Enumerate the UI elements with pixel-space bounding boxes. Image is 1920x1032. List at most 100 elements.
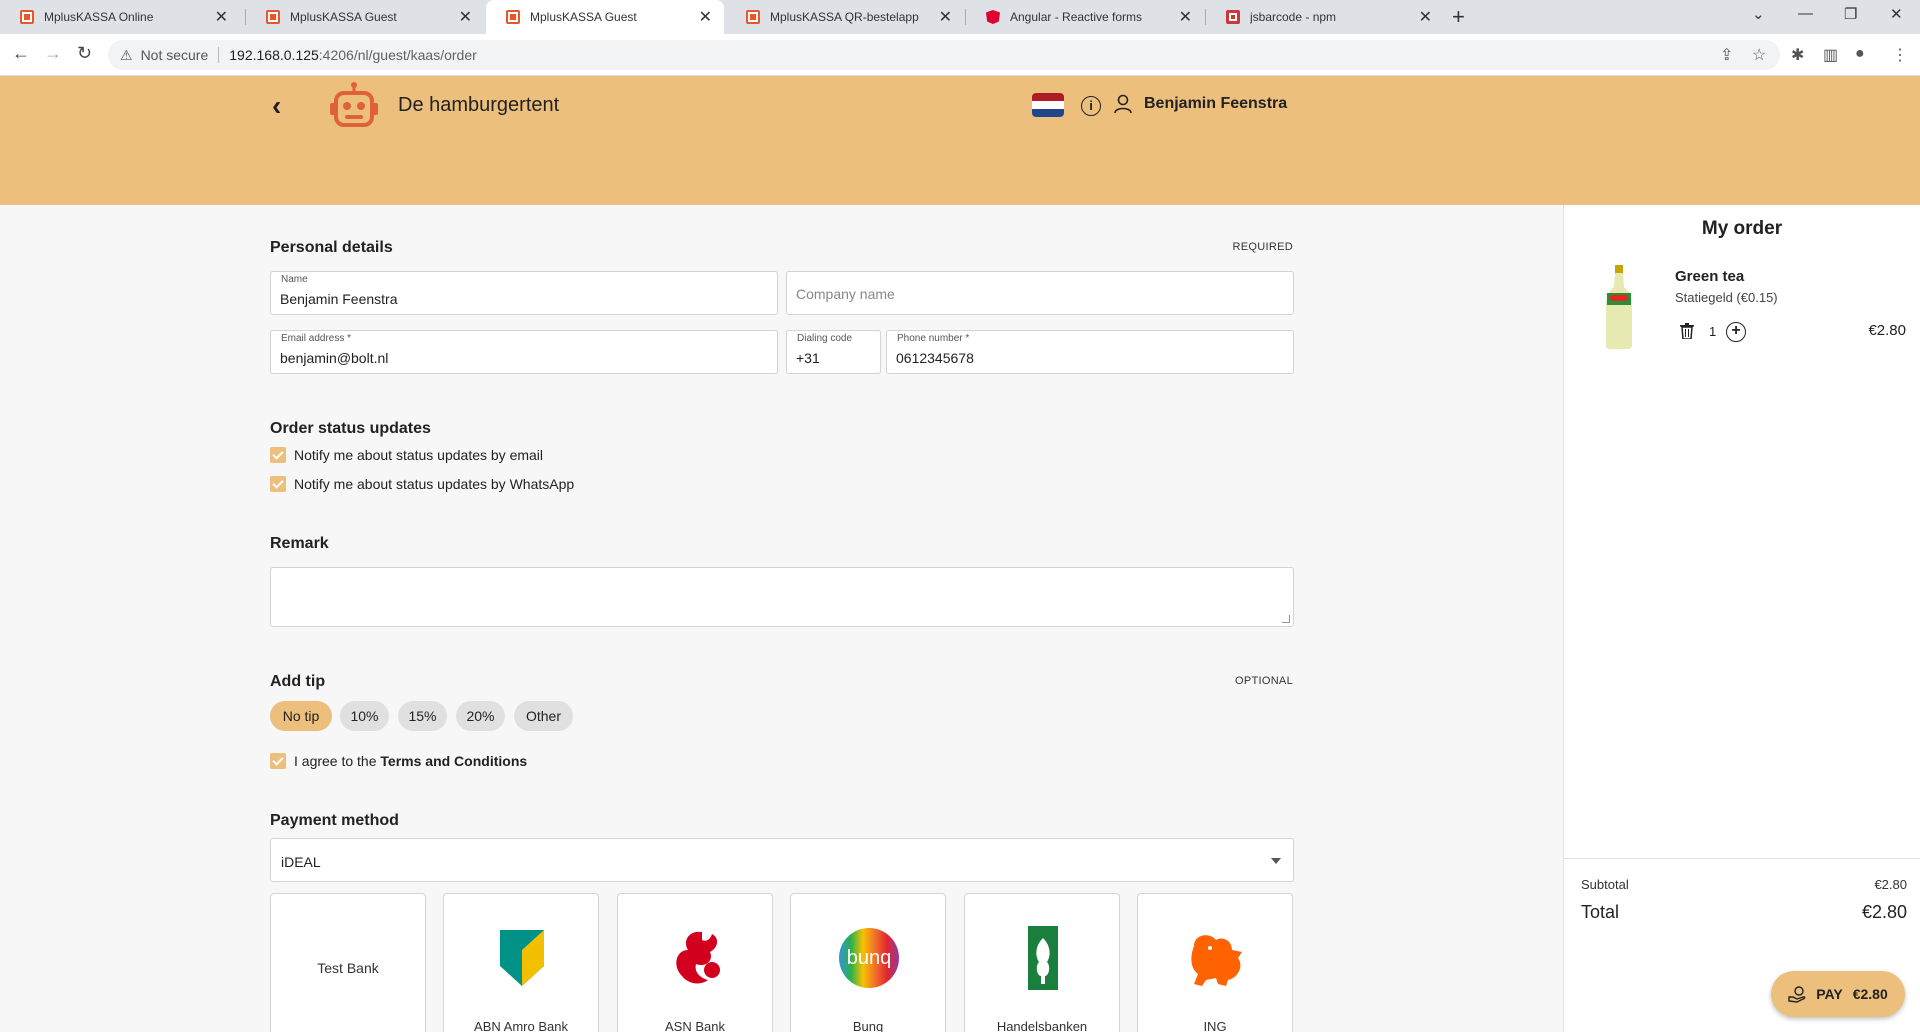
bank-option-asn[interactable]: ASN Bank <box>617 893 773 1032</box>
close-icon[interactable]: ✕ <box>699 7 712 27</box>
user-name[interactable]: Benjamin Feenstra <box>1144 95 1287 113</box>
tab-title: MplusKASSA Guest <box>530 10 637 24</box>
browser-tab[interactable]: MplusKASSA Online ✕ <box>0 0 240 34</box>
order-sidebar: My order Green tea Statiegeld (€0.15) 1 … <box>1563 205 1920 1032</box>
bank-name: ASN Bank <box>665 1019 725 1032</box>
svg-text:bunq: bunq <box>847 947 892 969</box>
checkbox-checked[interactable] <box>270 753 286 769</box>
bank-option-bunq[interactable]: bunq Bunq <box>790 893 946 1032</box>
phone-input[interactable] <box>896 350 1282 366</box>
url-path: :4206/nl/guest/kaas/order <box>318 47 477 63</box>
checkbox-checked[interactable] <box>270 447 286 463</box>
bunq-logo: bunq <box>839 928 899 988</box>
terms-link[interactable]: Terms and Conditions <box>380 753 527 769</box>
bank-option-ing[interactable]: ING <box>1137 893 1293 1032</box>
dialing-code-label: Dialing code <box>797 333 853 344</box>
browser-tab[interactable]: Angular - Reactive forms ✕ <box>966 0 1204 34</box>
name-input[interactable] <box>280 291 766 307</box>
bank-option-abn-amro[interactable]: ABN Amro Bank <box>443 893 599 1032</box>
dialing-code-field[interactable]: Dialing code <box>786 330 881 374</box>
tab-title: MplusKASSA QR-bestelapp <box>770 10 919 24</box>
reload-icon[interactable]: ↻ <box>77 43 92 64</box>
close-icon[interactable]: ✕ <box>215 7 228 27</box>
email-field[interactable]: Email address * <box>270 330 778 374</box>
forward-arrow-icon[interactable]: → <box>44 43 62 64</box>
sidepanel-icon[interactable]: ▥ <box>1823 45 1838 65</box>
user-icon[interactable] <box>1114 94 1132 114</box>
tip-chip-15[interactable]: 15% <box>398 701 447 731</box>
window-close-icon[interactable]: ✕ <box>1890 5 1903 23</box>
warning-icon[interactable]: ⚠ <box>120 47 133 64</box>
tab-title: Angular - Reactive forms <box>1010 10 1143 24</box>
browser-tab[interactable]: MplusKASSA QR-bestelapp ✕ <box>726 0 964 34</box>
url-bar[interactable]: ⚠ Not secure 192.168.0.125 :4206/nl/gues… <box>108 40 1780 70</box>
payment-method-title: Payment method <box>270 812 399 829</box>
tab-title: jsbarcode - npm <box>1250 10 1337 24</box>
restore-icon[interactable]: ❐ <box>1844 5 1857 23</box>
add-circle-icon[interactable]: + <box>1726 322 1746 342</box>
payment-method-value: iDEAL <box>281 854 321 870</box>
shop-name: De hamburgertent <box>398 94 560 116</box>
mpluskassa-icon <box>746 10 760 24</box>
angular-icon <box>986 10 1000 24</box>
more-vert-icon[interactable]: ⋮ <box>1892 45 1908 65</box>
bank-option-handelsbanken[interactable]: Handelsbanken <box>964 893 1120 1032</box>
bank-option-test-bank[interactable]: Test Bank <box>270 893 426 1032</box>
close-icon[interactable]: ✕ <box>939 7 952 27</box>
browser-tab[interactable]: MplusKASSA Guest ✕ <box>246 0 484 34</box>
pay-label: PAY <box>1816 986 1843 1002</box>
bank-name: ING <box>1203 1019 1227 1032</box>
tip-chip-no-tip[interactable]: No tip <box>270 701 332 731</box>
phone-field[interactable]: Phone number * <box>886 330 1294 374</box>
subtotal-label: Subtotal <box>1581 877 1629 892</box>
payment-method-select[interactable]: iDEAL <box>270 838 1294 882</box>
company-field[interactable] <box>786 271 1294 315</box>
personal-details-title: Personal details <box>270 239 393 256</box>
netherlands-flag-icon[interactable] <box>1032 93 1064 117</box>
profile-icon[interactable]: ● <box>1855 45 1865 63</box>
trash-icon[interactable] <box>1680 323 1694 339</box>
resize-handle-icon[interactable] <box>1282 615 1290 623</box>
back-arrow-icon[interactable]: ← <box>12 43 30 64</box>
npm-icon <box>1226 10 1240 24</box>
whatsapp-updates-option[interactable]: Notify me about status updates by WhatsA… <box>270 476 574 492</box>
security-label[interactable]: Not secure <box>141 47 209 63</box>
tip-chip-other[interactable]: Other <box>514 701 573 731</box>
close-icon[interactable]: ✕ <box>1179 7 1192 27</box>
browser-tab-active[interactable]: MplusKASSA Guest ✕ <box>486 0 724 34</box>
new-tab-icon[interactable]: + <box>1452 4 1465 30</box>
green-tea-bottle-image <box>1606 265 1632 349</box>
info-icon[interactable]: i <box>1081 96 1101 116</box>
tip-chip-20[interactable]: 20% <box>456 701 505 731</box>
close-icon[interactable]: ✕ <box>1419 7 1432 27</box>
minimize-icon[interactable]: — <box>1798 5 1813 22</box>
ing-logo <box>1191 935 1242 986</box>
tip-chip-10[interactable]: 10% <box>340 701 389 731</box>
company-input[interactable] <box>796 286 1282 302</box>
chevron-left-icon[interactable]: ‹ <box>272 90 281 122</box>
close-icon[interactable]: ✕ <box>459 7 472 27</box>
name-field[interactable]: Name <box>270 271 778 315</box>
checkbox-checked[interactable] <box>270 476 286 492</box>
bank-name: ABN Amro Bank <box>474 1019 568 1032</box>
terms-prefix: I agree to the <box>294 753 381 769</box>
order-totals: Subtotal €2.80 Total €2.80 <box>1564 858 1920 922</box>
bank-name: Test Bank <box>317 960 379 976</box>
share-icon[interactable]: ⇪ <box>1720 45 1733 65</box>
browser-tab[interactable]: jsbarcode - npm ✕ <box>1206 0 1444 34</box>
pay-button[interactable]: PAY €2.80 <box>1771 971 1905 1017</box>
extensions-icon[interactable]: ✱ <box>1791 45 1804 65</box>
remark-textarea[interactable] <box>270 567 1294 627</box>
url-host: 192.168.0.125 <box>229 47 319 63</box>
terms-option[interactable]: I agree to the Terms and Conditions <box>270 753 527 769</box>
email-updates-option[interactable]: Notify me about status updates by email <box>270 447 543 463</box>
my-order-title: My order <box>1701 218 1783 239</box>
email-input[interactable] <box>280 350 766 366</box>
star-icon[interactable]: ☆ <box>1752 45 1766 65</box>
add-tip-title: Add tip <box>270 673 326 690</box>
email-label: Email address * <box>281 333 352 344</box>
dialing-code-input[interactable] <box>796 350 869 366</box>
bank-name: Handelsbanken <box>996 1019 1088 1032</box>
omnibox-divider <box>218 47 220 63</box>
chevron-down-icon[interactable]: ⌄ <box>1752 5 1765 23</box>
